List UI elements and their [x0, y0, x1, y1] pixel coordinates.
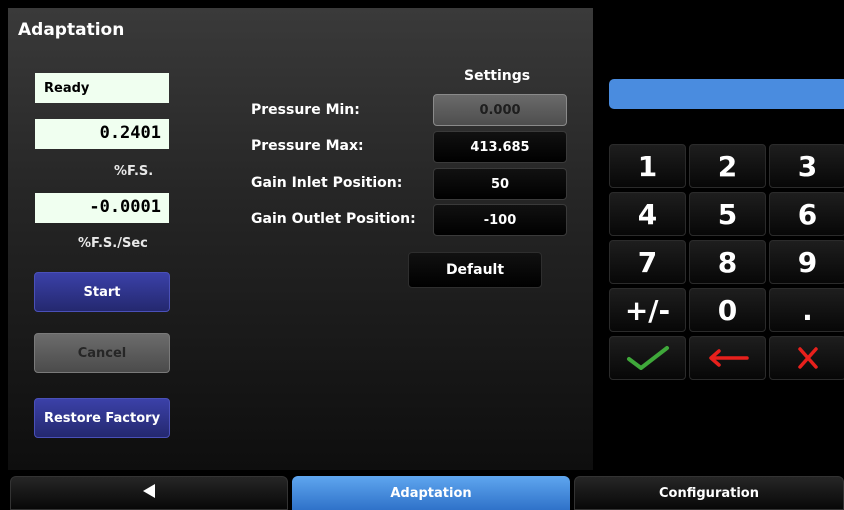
key-5[interactable]: 5: [689, 192, 766, 236]
pressure-max-field[interactable]: 413.685: [433, 131, 567, 163]
settings-heading: Settings: [464, 68, 531, 84]
back-tab[interactable]: [10, 476, 288, 510]
pressure-max-label: Pressure Max:: [251, 138, 364, 154]
gain-inlet-label: Gain Inlet Position:: [251, 175, 403, 191]
key-0[interactable]: 0: [689, 288, 766, 332]
page-title: Adaptation: [18, 20, 125, 40]
pressure-min-label: Pressure Min:: [251, 102, 360, 118]
key-2[interactable]: 2: [689, 144, 766, 188]
back-arrow-icon: [142, 483, 156, 503]
default-button[interactable]: Default: [408, 252, 542, 288]
tab-configuration[interactable]: Configuration: [574, 476, 844, 510]
key-9[interactable]: 9: [769, 240, 844, 284]
rate-value: -0.0001: [35, 193, 169, 223]
bottom-navigation: Adaptation Configuration: [0, 476, 844, 510]
main-panel: Adaptation Ready 0.2401 %F.S. -0.0001 %F…: [8, 8, 593, 470]
backspace-key[interactable]: [689, 336, 766, 380]
key-3[interactable]: 3: [769, 144, 844, 188]
left-arrow-icon: [707, 349, 749, 367]
gain-outlet-field[interactable]: -100: [433, 204, 567, 236]
tab-adaptation[interactable]: Adaptation: [292, 476, 570, 510]
reading-value: 0.2401: [35, 119, 169, 149]
checkmark-icon: [625, 345, 671, 371]
reading-unit: %F.S.: [114, 164, 154, 179]
key-4[interactable]: 4: [609, 192, 686, 236]
pressure-min-field[interactable]: 0.000: [433, 94, 567, 126]
rate-unit: %F.S./Sec: [78, 236, 148, 251]
entry-display: [609, 79, 844, 109]
enter-key[interactable]: [609, 336, 686, 380]
cancel-button[interactable]: Cancel: [34, 333, 170, 373]
key-8[interactable]: 8: [689, 240, 766, 284]
key-6[interactable]: 6: [769, 192, 844, 236]
key-7[interactable]: 7: [609, 240, 686, 284]
restore-factory-button[interactable]: Restore Factory: [34, 398, 170, 438]
key-1[interactable]: 1: [609, 144, 686, 188]
gain-inlet-field[interactable]: 50: [433, 168, 567, 200]
clear-key[interactable]: [769, 336, 844, 380]
key-decimal[interactable]: .: [769, 288, 844, 332]
gain-outlet-label: Gain Outlet Position:: [251, 211, 416, 227]
status-display: Ready: [35, 73, 169, 103]
key-plus-minus[interactable]: +/-: [609, 288, 686, 332]
x-icon: [797, 346, 819, 370]
start-button[interactable]: Start: [34, 272, 170, 312]
